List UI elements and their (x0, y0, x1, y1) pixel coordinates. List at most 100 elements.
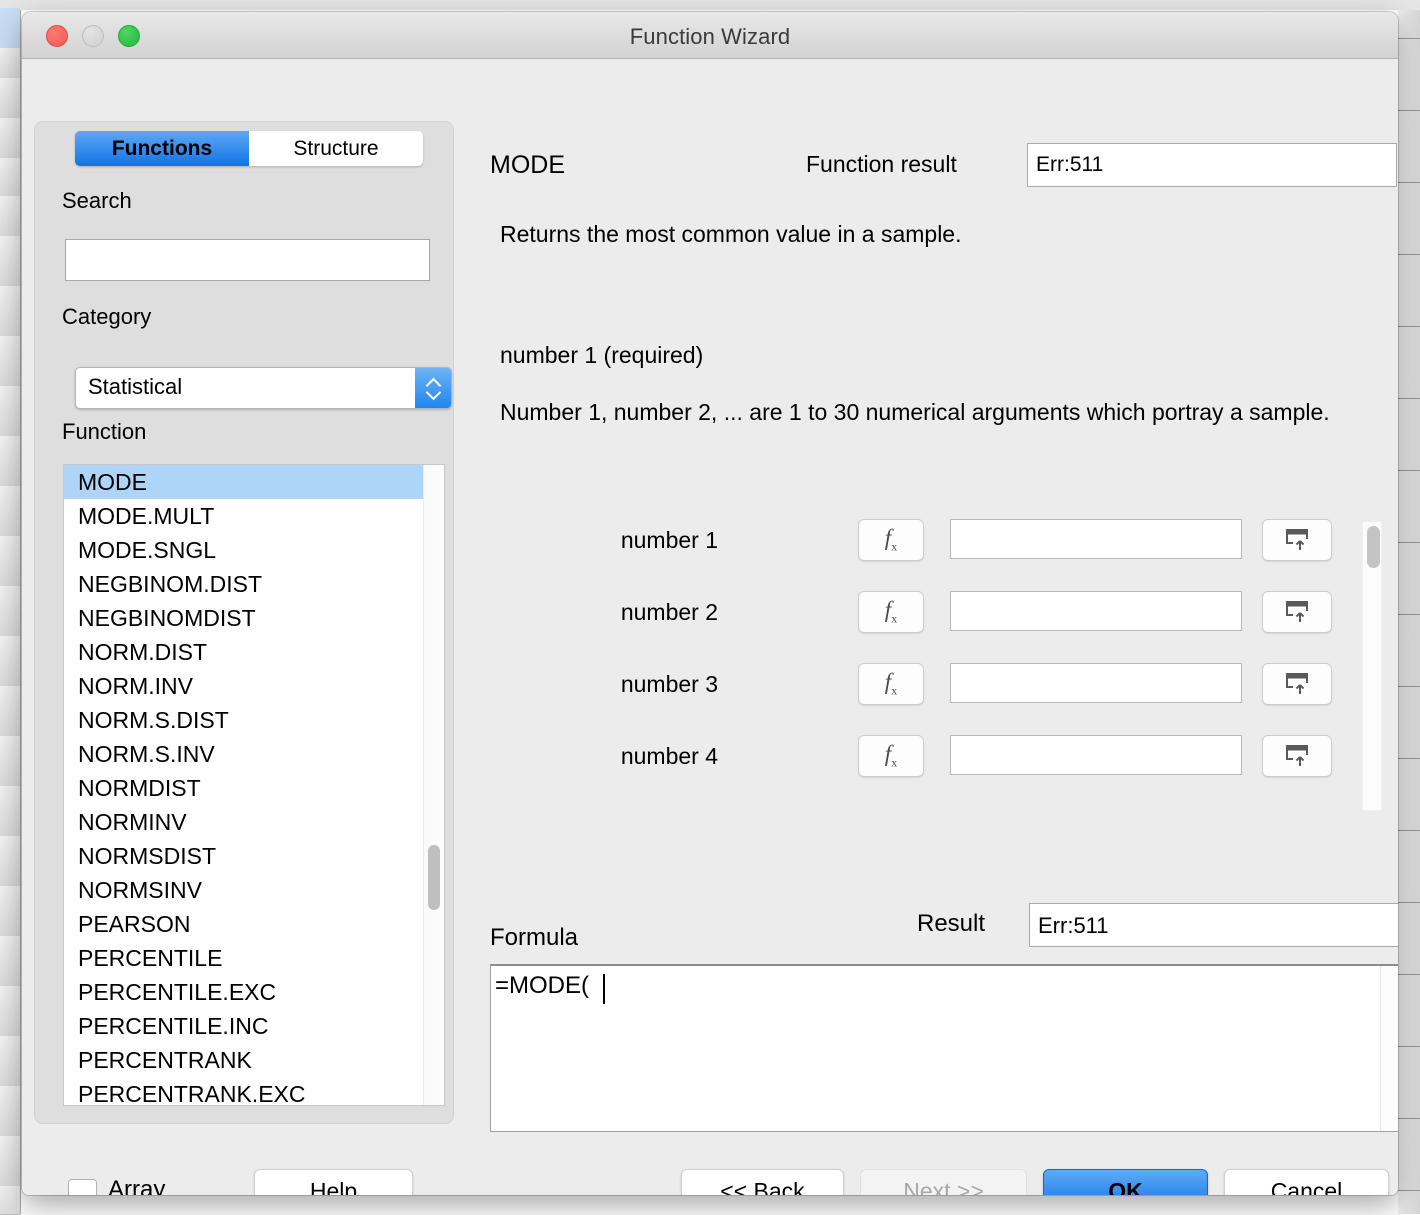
argument-label: number 2 (621, 599, 718, 626)
function-list-item[interactable]: NORM.INV (64, 669, 424, 703)
function-list-item[interactable]: PERCENTILE.EXC (64, 975, 424, 1009)
spreadsheet-row-header (0, 1086, 20, 1137)
select-range-icon[interactable] (1262, 519, 1332, 561)
function-list-item[interactable]: NEGBINOMDIST (64, 601, 424, 635)
function-list-items: MODEMODE.MULTMODE.SNGLNEGBINOM.DISTNEGBI… (64, 465, 424, 1106)
spreadsheet-row-header (0, 118, 20, 161)
spreadsheet-column-header (540, 0, 741, 10)
function-result-label: Function result (806, 151, 957, 178)
argument-row: number 2 fx (490, 591, 1360, 631)
spreadsheet-row-header (0, 1036, 20, 1087)
spreadsheet-column-header (370, 0, 541, 10)
spreadsheet-grid-line (1398, 542, 1420, 543)
spreadsheet-right-grid (1398, 8, 1420, 1214)
category-dropdown[interactable]: Statistical (75, 367, 452, 409)
fx-function-icon[interactable]: fx (858, 735, 924, 777)
spreadsheet-row-header (0, 586, 20, 637)
tab-structure[interactable]: Structure (249, 131, 423, 166)
spreadsheet-row-header (0, 336, 20, 387)
function-list-item[interactable]: PERCENTILE (64, 941, 424, 975)
cancel-button[interactable]: Cancel (1224, 1169, 1389, 1195)
argument-row: number 1fx (490, 519, 1360, 559)
array-checkbox[interactable] (68, 1179, 97, 1195)
spreadsheet-column-header (60, 0, 191, 10)
function-list-scrollbar-thumb[interactable] (428, 845, 440, 910)
selected-function-name: MODE (490, 151, 565, 180)
function-list-item[interactable]: NORMDIST (64, 771, 424, 805)
function-list-item[interactable]: PERCENTRANK.EXC (64, 1077, 424, 1106)
function-list-item[interactable]: PERCENTRANK (64, 1043, 424, 1077)
function-list-item[interactable]: NORM.DIST (64, 635, 424, 669)
spreadsheet-grid-line (1398, 254, 1420, 255)
spreadsheet-row-header (0, 686, 20, 737)
spreadsheet-grid-line (1398, 974, 1420, 975)
fx-function-icon[interactable]: fx (858, 591, 924, 633)
tab-functions[interactable]: Functions (75, 131, 249, 166)
spreadsheet-grid-line (1398, 830, 1420, 831)
spreadsheet-grid-line (1398, 758, 1420, 759)
spreadsheet-column-header (1250, 0, 1420, 10)
search-input[interactable] (65, 239, 430, 281)
argument-input[interactable] (950, 663, 1242, 703)
function-list-item[interactable]: MODE.MULT (64, 499, 424, 533)
spreadsheet-column-header (1090, 0, 1251, 10)
spreadsheet-row-header (0, 196, 20, 237)
argument-scrollbar[interactable] (1362, 521, 1382, 811)
function-list-item[interactable]: NORMINV (64, 805, 424, 839)
spreadsheet-grid-line (1398, 1046, 1420, 1047)
function-list-item[interactable]: NEGBINOM.DIST (64, 567, 424, 601)
function-list-item[interactable]: PEARSON (64, 907, 424, 941)
spreadsheet-grid-line (1398, 902, 1420, 903)
select-range-icon[interactable] (1262, 735, 1332, 777)
function-list-item[interactable]: MODE (64, 465, 424, 499)
spreadsheet-row-header (0, 536, 20, 587)
argument-input[interactable] (950, 591, 1242, 631)
argument-label: number 3 (621, 671, 718, 698)
spreadsheet-row-header (0, 48, 20, 81)
function-list-item[interactable]: NORM.S.DIST (64, 703, 424, 737)
help-button[interactable]: Help (254, 1169, 413, 1195)
function-list-item[interactable]: PERCENTILE.INC (64, 1009, 424, 1043)
array-label: Array (108, 1176, 165, 1195)
spreadsheet-column-header (190, 0, 371, 10)
argument-input[interactable] (950, 519, 1242, 559)
function-description: Returns the most common value in a sampl… (500, 221, 1380, 248)
fx-function-icon[interactable]: fx (858, 519, 924, 561)
function-list[interactable]: MODEMODE.MULTMODE.SNGLNEGBINOM.DISTNEGBI… (63, 464, 445, 1106)
spreadsheet-row-header (0, 486, 20, 537)
select-range-icon[interactable] (1262, 663, 1332, 705)
spreadsheet-row-header (0, 158, 20, 197)
select-range-icon[interactable] (1262, 591, 1332, 633)
function-list-item[interactable]: NORMSINV (64, 873, 424, 907)
argument-label: number 4 (621, 743, 718, 770)
argument-row: number 3 fx (490, 663, 1360, 703)
ok-button[interactable]: OK (1043, 1169, 1208, 1195)
dialog-body: Functions Structure Search Category Stat… (22, 59, 1398, 1195)
function-list-item[interactable]: NORMSDIST (64, 839, 424, 873)
result-label: Result (917, 910, 985, 938)
title-bar[interactable]: Function Wizard (22, 12, 1398, 59)
function-wizard-dialog: Function Wizard Functions Structure Sear… (22, 12, 1398, 1195)
spreadsheet-row-header (0, 1136, 20, 1187)
formula-input[interactable]: =MODE( (490, 964, 1398, 1132)
spreadsheet-grid-line (1398, 326, 1420, 327)
back-button[interactable]: << Back (681, 1169, 844, 1195)
argument-input[interactable] (950, 735, 1242, 775)
function-list-scrollbar[interactable] (423, 465, 444, 1105)
spreadsheet-row-header (0, 636, 20, 687)
next-button: Next >> (860, 1169, 1027, 1195)
argument-row: number 4 fx (490, 735, 1360, 775)
formula-label: Formula (490, 924, 578, 952)
function-list-item[interactable]: NORM.S.INV (64, 737, 424, 771)
formula-scrollbar[interactable] (1380, 966, 1398, 1131)
function-list-item[interactable]: MODE.SNGL (64, 533, 424, 567)
argument-scrollbar-thumb[interactable] (1367, 526, 1380, 568)
category-selected-value: Statistical (88, 374, 182, 400)
result-value: Err:511 (1029, 903, 1398, 947)
fx-function-icon[interactable]: fx (858, 663, 924, 705)
argument-rows: number 1fx number 2 fx number 3 fx number 4 fx (490, 519, 1398, 817)
spreadsheet-row-header (0, 836, 20, 887)
chevron-updown-icon[interactable] (415, 368, 451, 408)
category-label: Category (62, 304, 151, 330)
window-title: Function Wizard (22, 24, 1398, 50)
